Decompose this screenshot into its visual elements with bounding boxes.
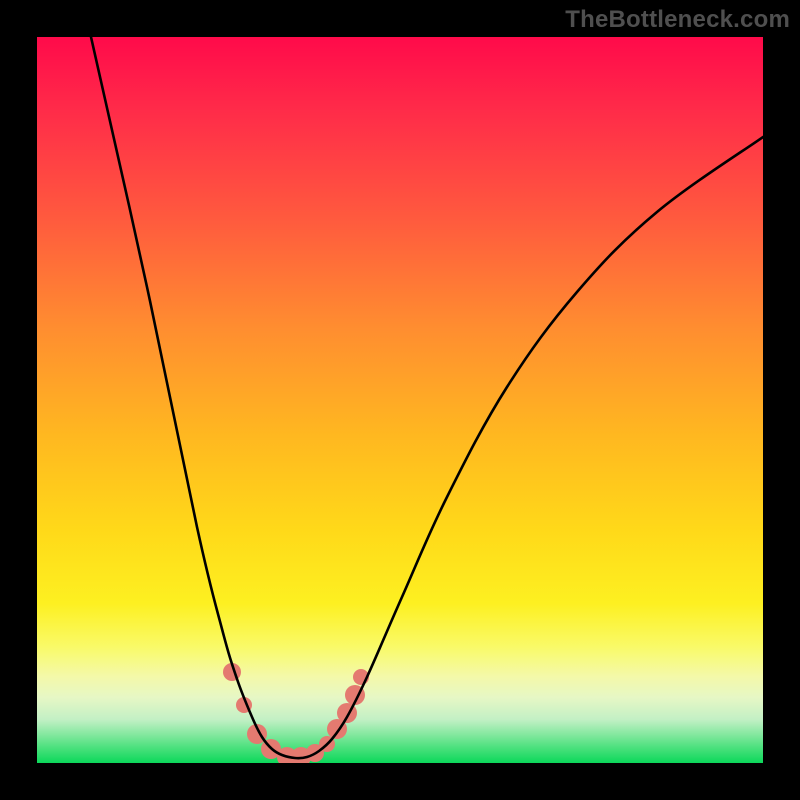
watermark-text: TheBottleneck.com [565,6,790,34]
curve-markers-group [223,663,369,763]
bottleneck-curve [91,37,763,758]
chart-frame [37,37,763,763]
chart-svg [37,37,763,763]
